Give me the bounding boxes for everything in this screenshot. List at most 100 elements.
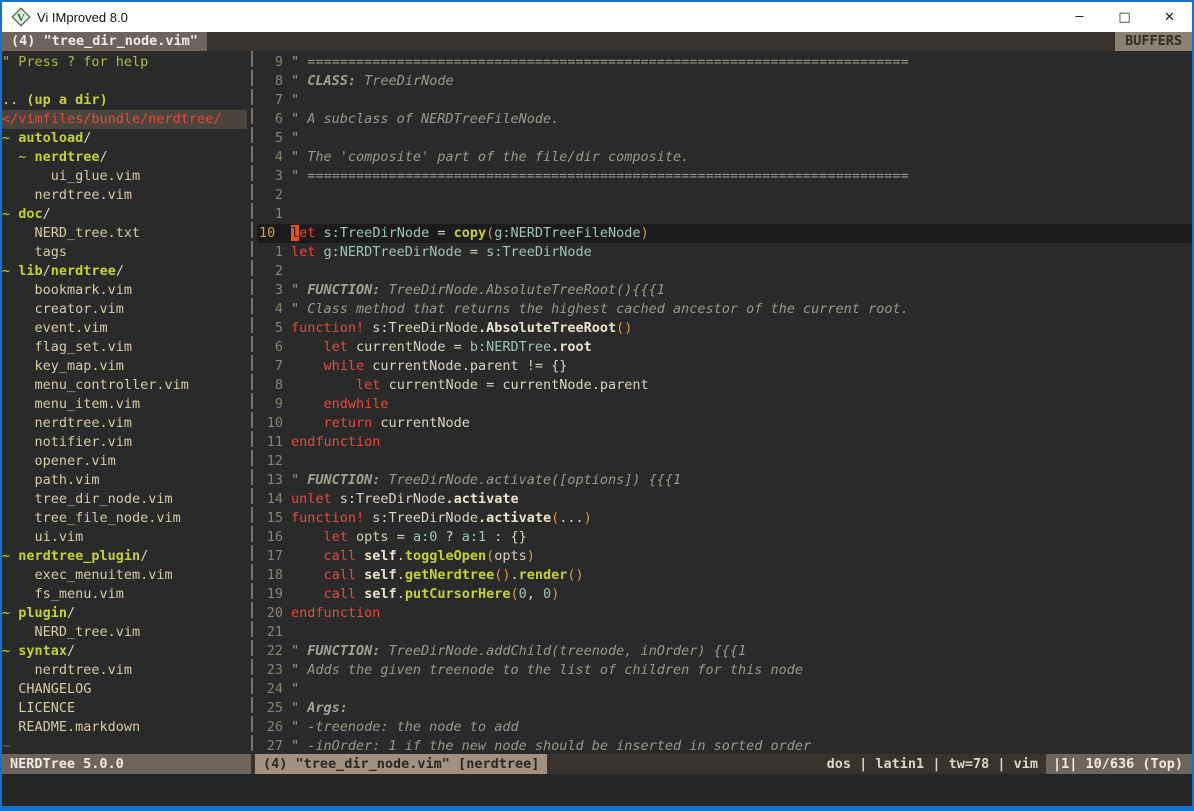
code-line[interactable]: 21 bbox=[257, 623, 1192, 642]
tree-item[interactable]: ~ doc/ bbox=[2, 205, 247, 224]
tree-item[interactable]: LICENCE bbox=[2, 699, 247, 718]
code-line[interactable]: 9 endwhile bbox=[257, 395, 1192, 414]
tree-item[interactable]: ~ nerdtree_plugin/ bbox=[2, 547, 247, 566]
code-line[interactable]: 4" Class method that returns the highest… bbox=[257, 300, 1192, 319]
tree-item[interactable]: fs_menu.vim bbox=[2, 585, 247, 604]
tree-item[interactable]: NERD_tree.txt bbox=[2, 224, 247, 243]
window-split-separator[interactable] bbox=[247, 51, 257, 754]
code-line[interactable]: 24" bbox=[257, 680, 1192, 699]
code-line[interactable]: 3" FUNCTION: TreeDirNode.AbsoluteTreeRoo… bbox=[257, 281, 1192, 300]
separator-line bbox=[251, 51, 253, 754]
tree-root-item[interactable]: </vimfiles/bundle/nerdtree/ bbox=[2, 110, 247, 129]
tree-item[interactable]: flag_set.vim bbox=[2, 338, 247, 357]
code-line[interactable]: 8 let currentNode = currentNode.parent bbox=[257, 376, 1192, 395]
tree-item[interactable]: bookmark.vim bbox=[2, 281, 247, 300]
tree-item[interactable]: key_map.vim bbox=[2, 357, 247, 376]
code-line[interactable]: 17 call self.toggleOpen(opts) bbox=[257, 547, 1192, 566]
token: endfunction bbox=[291, 605, 380, 621]
code-line[interactable]: 2 bbox=[257, 186, 1192, 205]
tree-item[interactable]: NERD_tree.vim bbox=[2, 623, 247, 642]
code-line[interactable]: 4" The 'composite' part of the file/dir … bbox=[257, 148, 1192, 167]
tree-item[interactable]: " Press ? for help bbox=[2, 53, 247, 72]
tree-item[interactable]: ~ lib/nerdtree/ bbox=[2, 262, 247, 281]
token: notifier.vim bbox=[2, 434, 132, 450]
code-line[interactable]: 16 let opts = a:0 ? a:1 : {} bbox=[257, 528, 1192, 547]
line-number: 1 bbox=[259, 243, 283, 262]
line-number: 12 bbox=[259, 452, 283, 471]
code-line[interactable]: 10 return currentNode bbox=[257, 414, 1192, 433]
code-line[interactable]: 1 bbox=[257, 205, 1192, 224]
tree-item[interactable]: creator.vim bbox=[2, 300, 247, 319]
code-line[interactable]: 18 call self.getNerdtree().render() bbox=[257, 566, 1192, 585]
code-line[interactable]: 8" CLASS: TreeDirNode bbox=[257, 72, 1192, 91]
minimize-button[interactable]: ─ bbox=[1057, 2, 1102, 32]
tree-item[interactable]: ui.vim bbox=[2, 528, 247, 547]
tree-item[interactable] bbox=[2, 72, 247, 91]
token: creator.vim bbox=[2, 301, 124, 317]
code-line[interactable]: 1let g:NERDTreeDirNode = s:TreeDirNode bbox=[257, 243, 1192, 262]
tree-item[interactable]: tree_dir_node.vim bbox=[2, 490, 247, 509]
code-line[interactable]: 22" FUNCTION: TreeDirNode.addChild(treen… bbox=[257, 642, 1192, 661]
command-line[interactable] bbox=[2, 774, 1192, 806]
code-line[interactable]: 5" bbox=[257, 129, 1192, 148]
tree-item[interactable]: menu_controller.vim bbox=[2, 376, 247, 395]
code-line[interactable]: 25" Args: bbox=[257, 699, 1192, 718]
tab-tree-dir-node[interactable]: (4) "tree_dir_node.vim" bbox=[2, 32, 207, 51]
tree-item[interactable]: nerdtree.vim bbox=[2, 186, 247, 205]
tree-item[interactable]: ~ plugin/ bbox=[2, 604, 247, 623]
token: " bbox=[291, 130, 299, 146]
tree-item[interactable]: tags bbox=[2, 243, 247, 262]
line-number: 6 bbox=[259, 338, 283, 357]
code-line[interactable]: 26" -treenode: the node to add bbox=[257, 718, 1192, 737]
buffers-label[interactable]: BUFFERS bbox=[1115, 32, 1192, 51]
tree-item[interactable]: event.vim bbox=[2, 319, 247, 338]
token: / bbox=[43, 263, 51, 279]
tree-item[interactable]: nerdtree.vim bbox=[2, 414, 247, 433]
code-line[interactable]: 7 while currentNode.parent != {} bbox=[257, 357, 1192, 376]
code-line[interactable]: 12 bbox=[257, 452, 1192, 471]
tree-item[interactable]: tree_file_node.vim bbox=[2, 509, 247, 528]
tree-item[interactable]: nerdtree.vim bbox=[2, 661, 247, 680]
code-line[interactable]: 2 bbox=[257, 262, 1192, 281]
code-line[interactable]: 11endfunction bbox=[257, 433, 1192, 452]
code-line[interactable]: 19 call self.putCursorHere(0, 0) bbox=[257, 585, 1192, 604]
code-line[interactable]: 13" FUNCTION: TreeDirNode.activate([opti… bbox=[257, 471, 1192, 490]
tab-line-spacer bbox=[207, 32, 1115, 51]
token: Args: bbox=[307, 700, 348, 716]
tree-item[interactable]: ~ syntax/ bbox=[2, 642, 247, 661]
code-line[interactable]: 6 let currentNode = b:NERDTree.root bbox=[257, 338, 1192, 357]
tree-item[interactable]: ~ autoload/ bbox=[2, 129, 247, 148]
tree-item[interactable]: menu_item.vim bbox=[2, 395, 247, 414]
code-line-cursor[interactable]: 10let s:TreeDirNode = copy(g:NERDTreeFil… bbox=[257, 224, 1192, 243]
token: ) bbox=[527, 548, 535, 564]
tree-item[interactable]: .. (up a dir) bbox=[2, 91, 247, 110]
tree-item[interactable]: CHANGELOG bbox=[2, 680, 247, 699]
code-line[interactable]: 27" -inOrder: 1 if the new node should b… bbox=[257, 737, 1192, 754]
tree-item[interactable]: README.markdown bbox=[2, 718, 247, 737]
tree-item[interactable]: ~ nerdtree/ bbox=[2, 148, 247, 167]
code-line[interactable]: 6" A subclass of NERDTreeFileNode. bbox=[257, 110, 1192, 129]
code-line[interactable]: 7" bbox=[257, 91, 1192, 110]
code-line[interactable]: 3" =====================================… bbox=[257, 167, 1192, 186]
tree-item[interactable]: exec_menuitem.vim bbox=[2, 566, 247, 585]
token: () bbox=[567, 567, 583, 583]
code-line[interactable]: 15function! s:TreeDirNode.activate(...) bbox=[257, 509, 1192, 528]
token: " bbox=[291, 681, 299, 697]
tree-item[interactable]: path.vim bbox=[2, 471, 247, 490]
tree-item[interactable]: ~ bbox=[2, 737, 247, 754]
code-line[interactable]: 5function! s:TreeDirNode.AbsoluteTreeRoo… bbox=[257, 319, 1192, 338]
code-editor[interactable]: 9" =====================================… bbox=[257, 51, 1192, 754]
token: " -inOrder: 1 if the new node should be … bbox=[291, 738, 811, 754]
tree-item[interactable]: opener.vim bbox=[2, 452, 247, 471]
status-separator: | bbox=[989, 756, 1013, 772]
maximize-button[interactable]: □ bbox=[1102, 2, 1147, 32]
tree-item[interactable]: notifier.vim bbox=[2, 433, 247, 452]
code-line[interactable]: 20endfunction bbox=[257, 604, 1192, 623]
code-line[interactable]: 14unlet s:TreeDirNode.activate bbox=[257, 490, 1192, 509]
close-button[interactable]: ✕ bbox=[1147, 2, 1192, 32]
code-line[interactable]: 23" Adds the given treenode to the list … bbox=[257, 661, 1192, 680]
tree-item[interactable]: ui_glue.vim bbox=[2, 167, 247, 186]
token: render bbox=[519, 567, 568, 583]
token: bookmark.vim bbox=[2, 282, 132, 298]
code-line[interactable]: 9" =====================================… bbox=[257, 53, 1192, 72]
